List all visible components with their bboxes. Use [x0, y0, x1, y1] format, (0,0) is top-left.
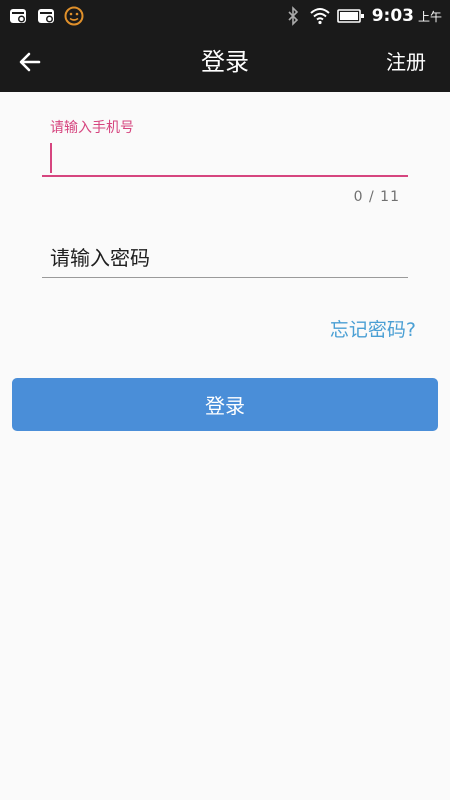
phone-field-underline — [42, 175, 408, 177]
wifi-icon — [310, 8, 330, 25]
phone-input[interactable] — [42, 142, 408, 178]
text-caret — [50, 143, 52, 173]
password-field — [42, 240, 408, 280]
phone-field: 请输入手机号 0 / 11 — [42, 112, 408, 212]
status-time: 9:03 — [371, 6, 414, 26]
password-input[interactable] — [42, 240, 408, 276]
bluetooth-icon — [288, 6, 298, 26]
notification-icon — [38, 9, 54, 23]
register-link[interactable]: 注册 — [386, 32, 426, 92]
app-bar: 登录 注册 — [0, 32, 450, 92]
back-button[interactable] — [10, 44, 50, 80]
notification-icon — [10, 9, 26, 23]
page-title: 登录 — [201, 48, 249, 76]
status-bar: 9:03 上午 — [0, 0, 450, 32]
status-bar-right: 9:03 上午 — [283, 0, 442, 32]
status-ampm: 上午 — [417, 9, 442, 24]
smiley-icon — [64, 6, 84, 26]
forgot-password-link[interactable]: 忘记密码? — [330, 315, 416, 342]
password-field-underline — [42, 277, 408, 278]
status-bar-left — [8, 6, 84, 26]
arrow-left-icon — [19, 52, 41, 72]
battery-icon — [336, 9, 364, 23]
phone-field-label: 请输入手机号 — [50, 120, 134, 136]
phone-char-counter: 0 / 11 — [353, 189, 400, 205]
login-button[interactable]: 登录 — [12, 378, 438, 431]
